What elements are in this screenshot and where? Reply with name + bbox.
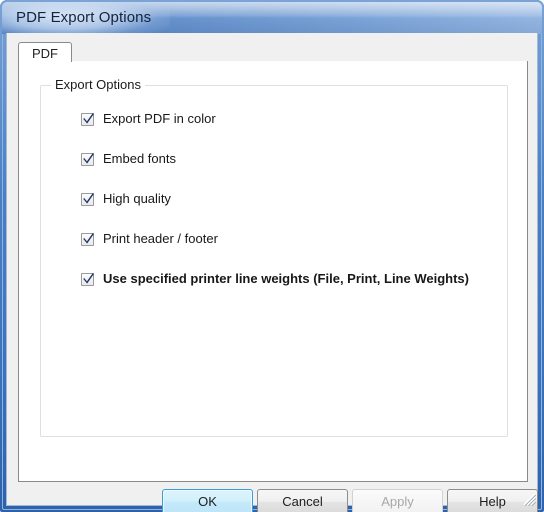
checkbox-high-quality[interactable]: [81, 192, 94, 206]
dialog-button-bar: OK Cancel Apply Help: [7, 489, 539, 512]
checkbox-row-export-pdf-in-color[interactable]: Export PDF in color: [81, 112, 469, 152]
window-title: PDF Export Options: [16, 9, 152, 26]
tab-pdf-label: PDF: [32, 46, 58, 61]
checkbox-label-export-pdf-in-color: Export PDF in color: [103, 111, 216, 126]
checkbox-row-use-specified-printer-line-weights[interactable]: Use specified printer line weights (File…: [81, 272, 469, 312]
check-mark-icon: [83, 272, 94, 284]
dialog-client-area: PDF Export Options Export PDF in color E…: [6, 33, 538, 512]
checkbox-export-pdf-in-color[interactable]: [81, 112, 94, 126]
cancel-button[interactable]: Cancel: [257, 489, 348, 512]
checkbox-use-specified-printer-line-weights[interactable]: [81, 272, 94, 286]
checkbox-label-use-specified-printer-line-weights: Use specified printer line weights (File…: [103, 271, 469, 286]
checkbox-embed-fonts[interactable]: [81, 152, 94, 166]
group-box-legend: Export Options: [51, 77, 145, 92]
checkbox-label-print-header-footer: Print header / footer: [103, 231, 218, 246]
tab-selected-connector: [19, 62, 75, 64]
check-mark-icon: [83, 152, 94, 164]
dialog-window: PDF Export Options PDF Export Options Ex…: [0, 0, 544, 512]
tab-pdf[interactable]: PDF: [18, 42, 72, 63]
checkbox-row-embed-fonts[interactable]: Embed fonts: [81, 152, 469, 192]
group-box-export-options: Export Options Export PDF in color Embed…: [40, 77, 508, 437]
resize-grip-icon[interactable]: [523, 493, 536, 506]
ok-button[interactable]: OK: [162, 489, 253, 512]
checkbox-print-header-footer[interactable]: [81, 232, 94, 246]
checkbox-row-high-quality[interactable]: High quality: [81, 192, 469, 232]
tab-panel-pdf: Export Options Export PDF in color Embed…: [18, 61, 528, 482]
title-bar[interactable]: PDF Export Options: [2, 2, 542, 34]
check-mark-icon: [83, 232, 94, 244]
apply-button: Apply: [352, 489, 443, 512]
tab-strip: PDF: [18, 40, 528, 64]
checkbox-row-print-header-footer[interactable]: Print header / footer: [81, 232, 469, 272]
check-mark-icon: [83, 112, 94, 124]
checkbox-label-high-quality: High quality: [103, 191, 171, 206]
export-options-list: Export PDF in color Embed fonts High qua…: [81, 112, 469, 312]
check-mark-icon: [83, 192, 94, 204]
checkbox-label-embed-fonts: Embed fonts: [103, 151, 176, 166]
